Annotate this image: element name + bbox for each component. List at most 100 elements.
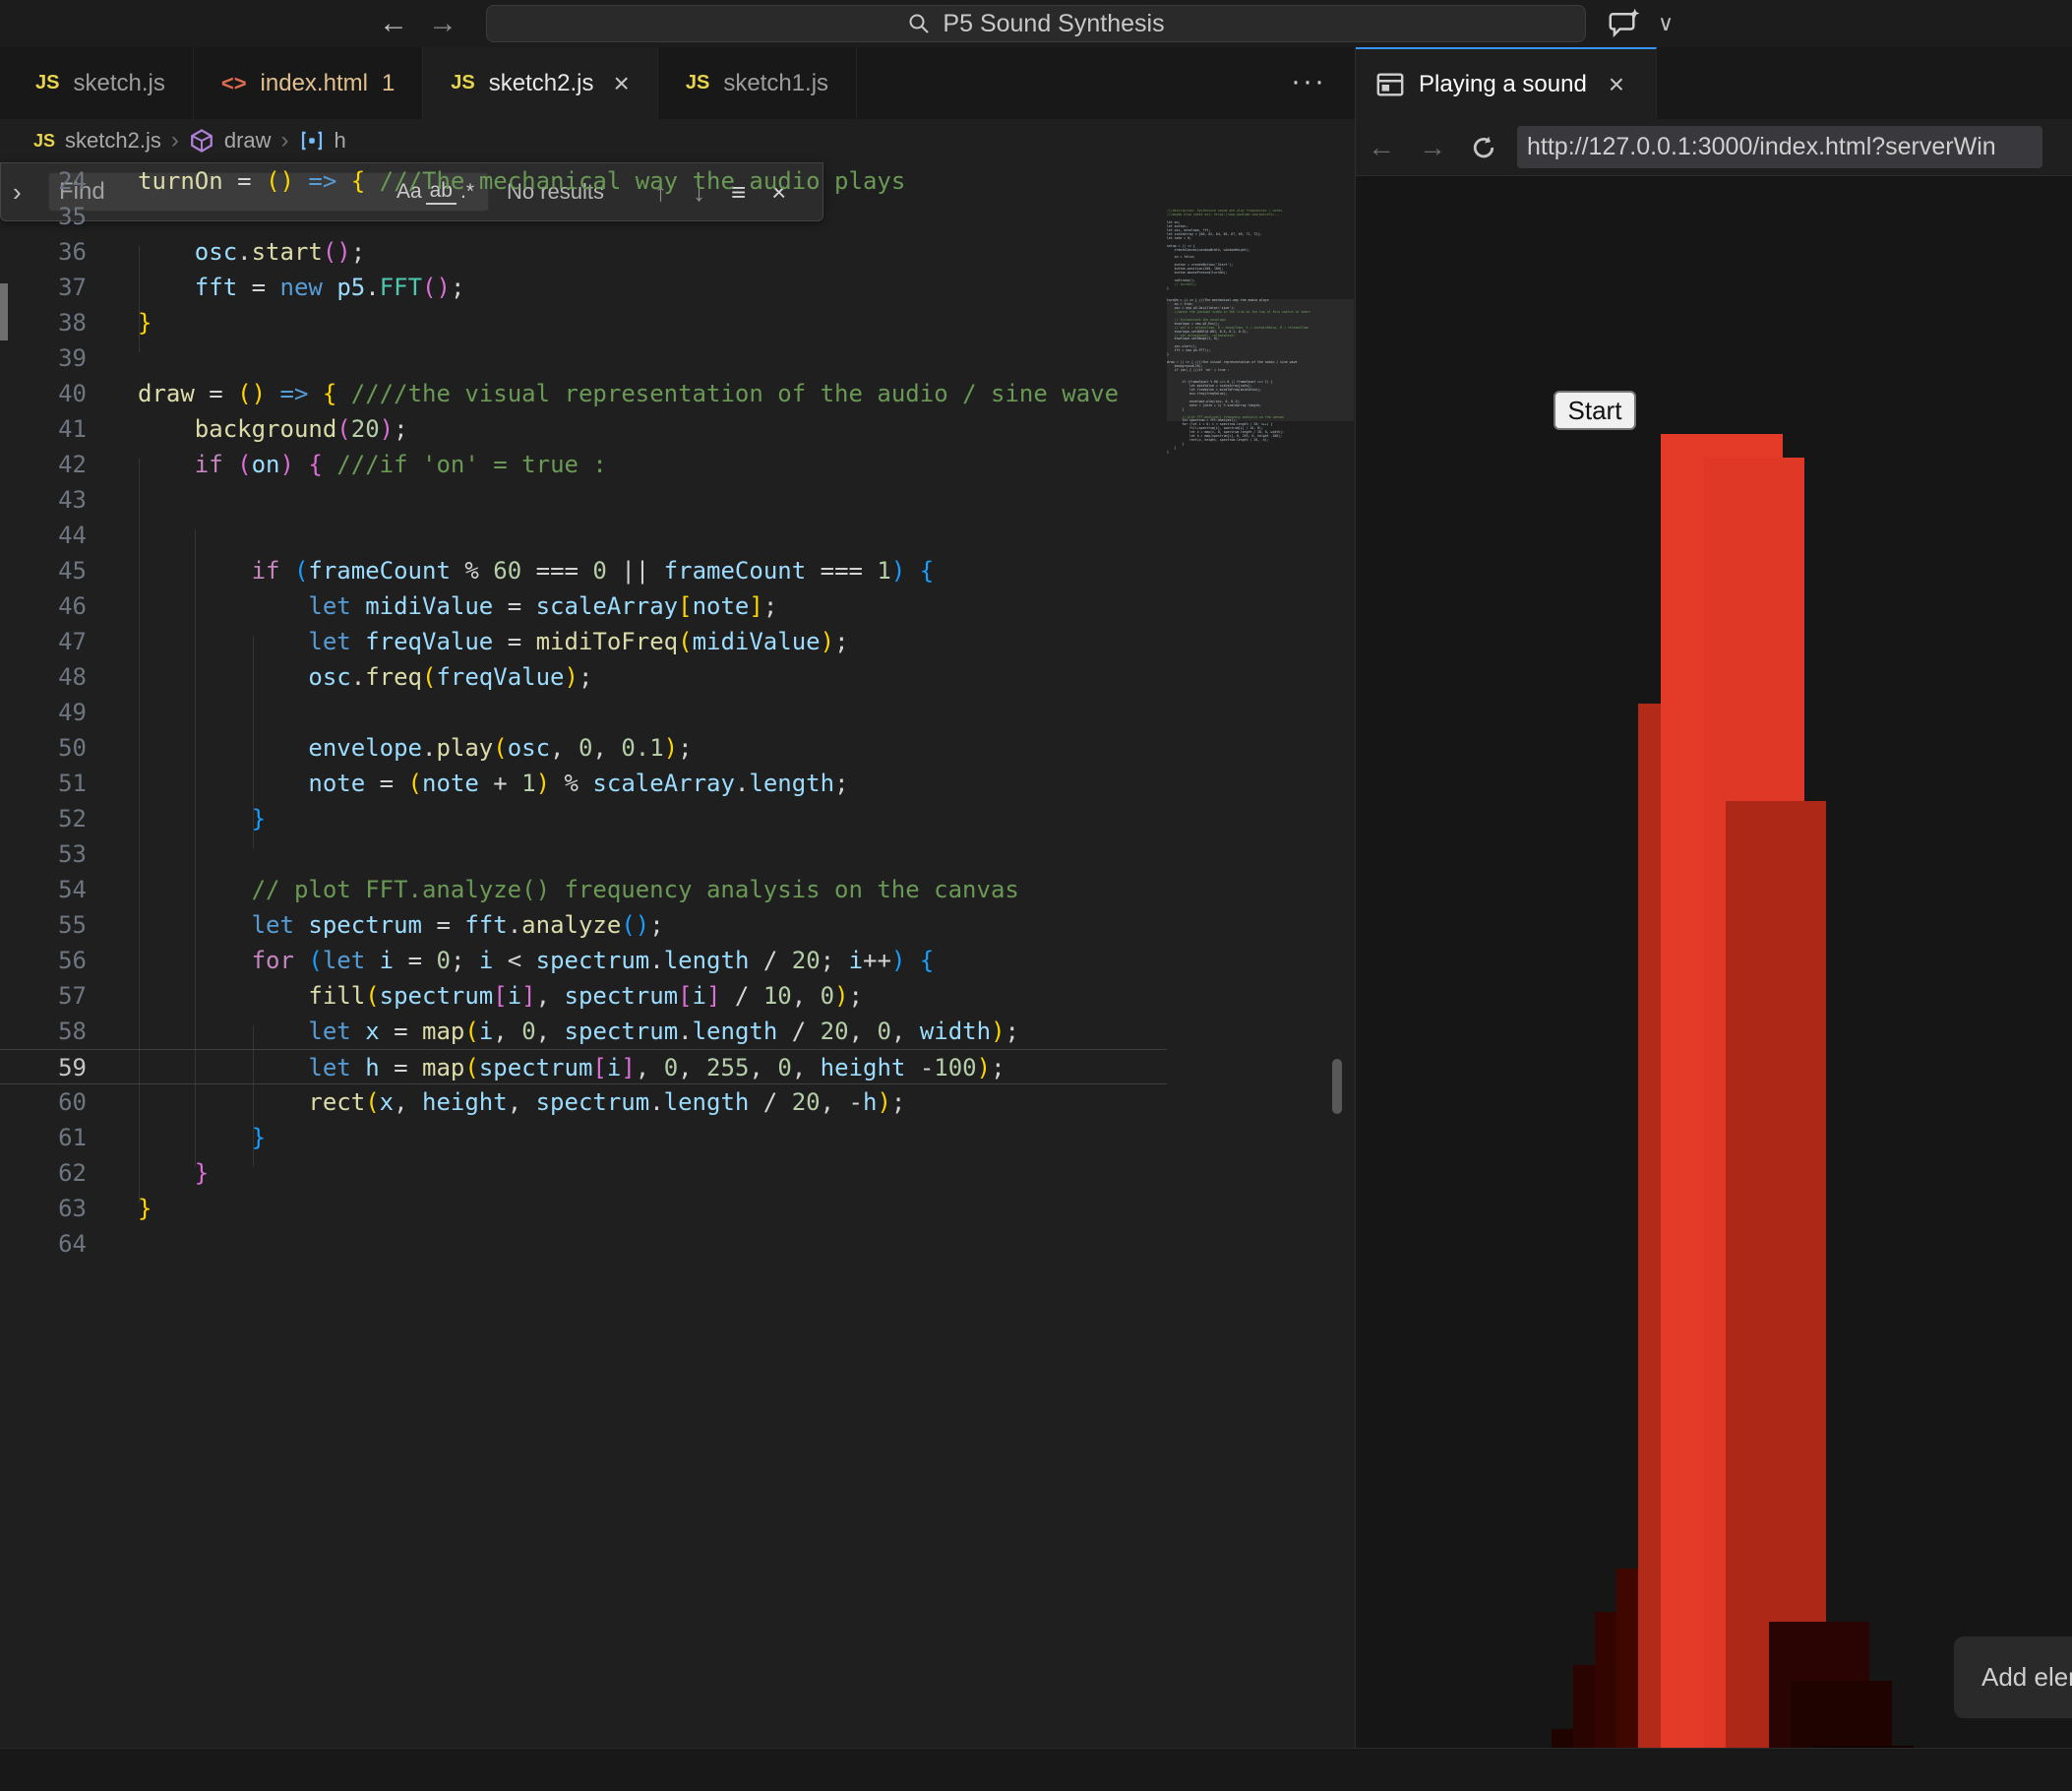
line-content: } [138,1120,266,1155]
browser-reload-button[interactable] [1458,134,1509,161]
line-content: if (on) { ///if 'on' = true : [138,447,607,482]
js-file-icon: JS [451,72,474,94]
add-element-button[interactable]: Add elem [1954,1637,2072,1718]
editor-group: JSsketch.js<>index.html1JSsketch2.js×JSs… [0,47,1355,1748]
line-number: 52 [0,801,87,836]
code-line[interactable]: 60 rect(x, height, spectrum.length / 20,… [0,1084,1167,1120]
code-line[interactable]: 51 note = (note + 1) % scaleArray.length… [0,766,1167,801]
code-line[interactable]: 44 [0,518,1167,553]
line-number: 58 [0,1014,87,1049]
line-number: 50 [0,730,87,766]
code-line[interactable]: 40draw = () => { ////the visual represen… [0,376,1167,411]
url-text: http://127.0.0.1:3000/index.html?serverW… [1527,133,1996,161]
editor-scrollbar-thumb[interactable] [1332,1059,1342,1114]
command-center-search[interactable]: P5 Sound Synthesis [486,5,1586,42]
line-content: draw = () => { ////the visual representa… [138,376,1119,411]
line-content: background(20); [138,411,408,447]
code-line[interactable]: 43 [0,482,1167,518]
browser-preview-icon [1375,70,1405,99]
html-file-icon: <> [221,71,247,96]
code-line[interactable]: 35 [0,199,1167,234]
line-content: let midiValue = scaleArray[note]; [138,588,777,624]
line-content: } [138,305,152,340]
line-content: osc.start(); [138,234,365,270]
code-line[interactable]: 55 let spectrum = fft.analyze(); [0,907,1167,943]
line-number: 48 [0,659,87,695]
line-number: 35 [0,199,87,234]
command-center-text: P5 Sound Synthesis [943,10,1164,38]
line-number: 47 [0,624,87,659]
symbol-variable-icon [299,128,325,154]
code-line[interactable]: 42 if (on) { ///if 'on' = true : [0,447,1167,482]
minimap-slider[interactable] [1167,299,1354,421]
code-line[interactable]: 54 // plot FFT.analyze() frequency analy… [0,872,1167,907]
breadcrumb-symbol-draw[interactable]: draw [224,128,272,154]
browser-forward-button[interactable]: → [1407,132,1458,163]
chevron-down-icon[interactable]: ∨ [1651,6,1680,41]
code-editor[interactable]: 24turnOn = () => { ///The mechanical way… [0,163,1167,1262]
code-line[interactable]: 38} [0,305,1167,340]
line-number: 24 [0,163,87,199]
line-number: 37 [0,270,87,305]
editor-tab-bar: JSsketch.js<>index.html1JSsketch2.js×JSs… [0,47,1355,119]
line-content: } [138,1155,209,1191]
code-line[interactable]: 49 [0,695,1167,730]
code-line[interactable]: 45 if (frameCount % 60 === 0 || frameCou… [0,553,1167,588]
more-actions-button[interactable]: ··· [1287,65,1330,102]
code-line[interactable]: 39 [0,340,1167,376]
tab-close-icon[interactable]: × [613,68,629,99]
code-line[interactable]: 59 let h = map(spectrum[i], 0, 255, 0, h… [0,1049,1167,1084]
close-icon[interactable]: × [1609,69,1624,100]
line-number: 57 [0,978,87,1014]
tab-sketch1.js[interactable]: JSsketch1.js [658,47,857,119]
line-content: note = (note + 1) % scaleArray.length; [138,766,849,801]
breadcrumb[interactable]: JS sketch2.js › draw › h [0,119,1355,162]
copilot-chat-button[interactable] [1608,6,1651,41]
code-line[interactable]: 56 for (let i = 0; i < spectrum.length /… [0,943,1167,978]
code-line[interactable]: 58 let x = map(i, 0, spectrum.length / 2… [0,1014,1167,1049]
code-line[interactable]: 53 [0,836,1167,872]
tab-index.html[interactable]: <>index.html1 [194,47,423,119]
line-number: 38 [0,305,87,340]
code-line[interactable]: 48 osc.freq(freqValue); [0,659,1167,695]
search-icon [907,12,931,35]
browser-back-button[interactable]: ← [1356,132,1407,163]
history-back-button[interactable]: ← [374,6,413,41]
tab-sketch.js[interactable]: JSsketch.js [8,47,194,119]
tab-playing-a-sound[interactable]: Playing a sound × [1356,47,1657,119]
code-line[interactable]: 63} [0,1191,1167,1226]
code-line[interactable]: 62 } [0,1155,1167,1191]
line-number: 63 [0,1191,87,1226]
code-line[interactable]: 46 let midiValue = scaleArray[note]; [0,588,1167,624]
tab-sketch2.js[interactable]: JS sketch2.js × [423,47,658,119]
line-number: 39 [0,340,87,376]
tab-label: sketch1.js [723,70,828,97]
code-line[interactable]: 52 } [0,801,1167,836]
js-file-icon: JS [35,72,59,94]
line-content: osc.freq(freqValue); [138,659,592,695]
code-line[interactable]: 47 let freqValue = midiToFreq(midiValue)… [0,624,1167,659]
line-number: 60 [0,1084,87,1120]
breadcrumb-symbol-h[interactable]: h [335,128,346,154]
code-line[interactable]: 36 osc.start(); [0,234,1167,270]
line-number: 44 [0,518,87,553]
code-line[interactable]: 64 [0,1226,1167,1262]
line-content: } [138,801,266,836]
start-button[interactable]: Start [1554,391,1636,430]
url-bar[interactable]: http://127.0.0.1:3000/index.html?serverW… [1517,126,2042,168]
tab-label: sketch2.js [489,70,594,97]
code-line[interactable]: 41 background(20); [0,411,1167,447]
left-edge-drag-handle[interactable] [0,283,8,340]
spectrum-bar [1726,801,1826,1748]
tab-label: index.html [261,70,368,97]
breadcrumb-file[interactable]: sketch2.js [65,128,161,154]
code-line[interactable]: 57 fill(spectrum[i], spectrum[i] / 10, 0… [0,978,1167,1014]
history-forward-button[interactable]: → [423,6,462,41]
line-number: 54 [0,872,87,907]
code-line[interactable]: 50 envelope.play(osc, 0, 0.1); [0,730,1167,766]
line-content: // plot FFT.analyze() frequency analysis… [138,872,1019,907]
code-line[interactable]: 61 } [0,1120,1167,1155]
code-line[interactable]: 24turnOn = () => { ///The mechanical way… [0,163,1167,199]
line-content: rect(x, height, spectrum.length / 20, -h… [138,1084,905,1120]
code-line[interactable]: 37 fft = new p5.FFT(); [0,270,1167,305]
